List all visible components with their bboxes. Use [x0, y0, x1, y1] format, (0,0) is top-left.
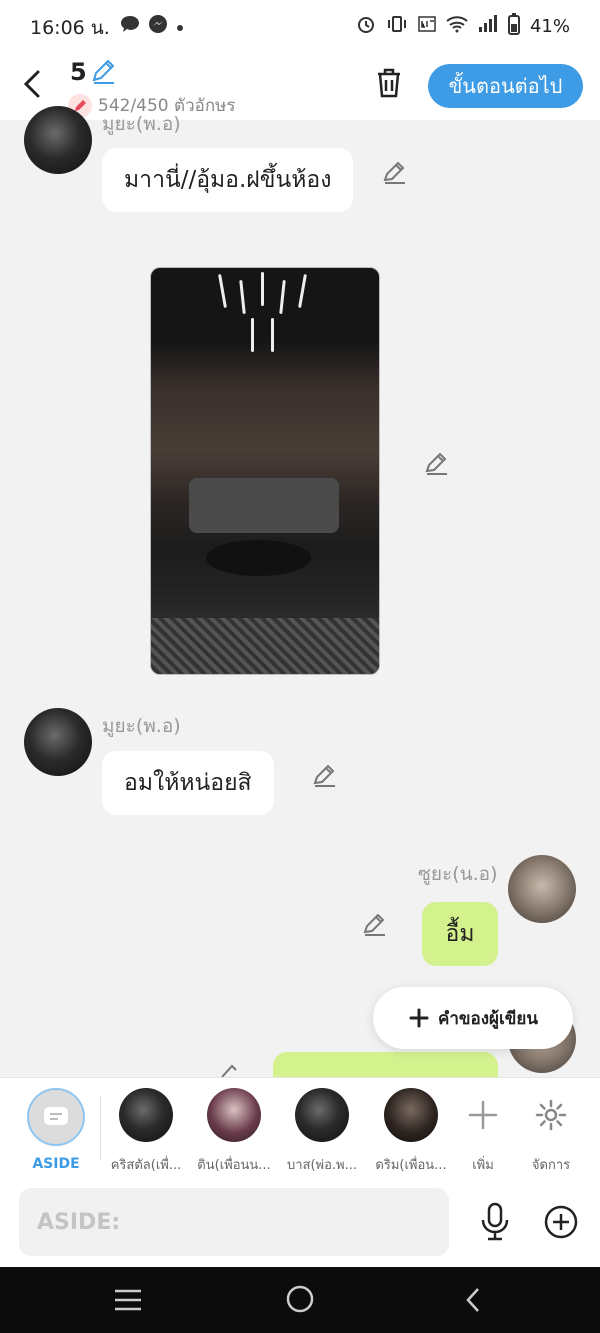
pencil-icon — [313, 764, 335, 787]
pencil-icon — [383, 161, 405, 184]
edit-photo-button[interactable] — [424, 451, 450, 477]
manage-characters-button[interactable]: จัดการ — [511, 1088, 591, 1175]
table-shape — [206, 540, 311, 576]
add-attachment-button[interactable] — [543, 1204, 579, 1244]
status-bar: 16:06 น. 41% — [0, 0, 600, 52]
character-item[interactable]: ติน(เพื่อนน... — [194, 1088, 274, 1175]
aside-icon — [27, 1088, 85, 1146]
manage-label: จัดการ — [531, 1158, 571, 1173]
messenger-icon — [148, 14, 168, 38]
speaker-name: มูยะ(พ.อ) — [102, 113, 181, 135]
next-step-button[interactable]: ขั้นตอนต่อไป — [428, 64, 583, 108]
volte-icon — [418, 15, 436, 38]
vibrate-icon — [386, 15, 408, 38]
writer-note-button[interactable]: คำของผู้เขียน — [373, 987, 573, 1049]
pencil-icon — [221, 1064, 237, 1077]
gear-icon — [511, 1088, 591, 1142]
writer-note-label: คำของผู้เขียน — [437, 1008, 539, 1029]
home-circle-icon — [286, 1285, 314, 1313]
character-item[interactable]: บาส(พ่อ.พ... — [282, 1088, 362, 1175]
signal-icon — [478, 15, 498, 38]
message-bubble[interactable]: อื้ม — [422, 902, 498, 966]
edit-message-button[interactable] — [216, 1060, 242, 1077]
home-button[interactable] — [285, 1284, 315, 1318]
speaker-name: มูยะ(พ.อ) — [102, 715, 181, 737]
divider — [100, 1096, 101, 1160]
mic-icon — [481, 1202, 509, 1241]
message-input[interactable] — [19, 1188, 449, 1256]
avatar — [119, 1088, 173, 1142]
dot-icon — [176, 17, 184, 36]
system-icons: 41% — [356, 13, 570, 40]
battery-icon — [507, 13, 520, 40]
avatar[interactable] — [508, 855, 576, 923]
edit-message-button[interactable] — [362, 912, 388, 938]
status-time: 16:06 น. — [30, 17, 110, 39]
edit-message-button[interactable] — [312, 763, 338, 789]
alarm-icon — [356, 14, 376, 39]
back-arrow-icon — [23, 70, 40, 98]
avatar[interactable] — [24, 106, 92, 174]
chat-icon — [120, 15, 140, 37]
back-button[interactable] — [20, 66, 50, 102]
back-chevron-icon — [466, 1288, 479, 1312]
character-label: ดริม(เพื่อน... — [375, 1158, 447, 1173]
bed-shape — [189, 478, 339, 533]
character-label: ASIDE — [32, 1156, 80, 1172]
chapter-number: 5 — [70, 58, 87, 86]
message-bubble[interactable]: อมให้หน่อยสิ — [102, 751, 274, 815]
character-bar: ASIDE คริสตัล(เพื่... ติน(เพื่อนน... บาส… — [0, 1077, 600, 1179]
character-item[interactable]: คริสตัล(เพื่... — [106, 1088, 186, 1175]
mic-button[interactable] — [478, 1202, 512, 1246]
avatar — [207, 1088, 261, 1142]
message-bubble[interactable] — [273, 1052, 498, 1077]
battery-percent: 41% — [529, 16, 570, 37]
plus-icon — [409, 1008, 429, 1028]
edit-chapter-button[interactable] — [90, 58, 118, 90]
editor-header: 5 542/450 ตัวอักษร ขั้นตอนต่อไป — [0, 52, 600, 120]
character-aside[interactable]: ASIDE — [16, 1088, 96, 1172]
notification-icons — [120, 14, 184, 38]
bedroom-photo[interactable] — [150, 267, 380, 675]
recent-apps-button[interactable] — [113, 1287, 143, 1317]
trash-icon — [378, 68, 400, 98]
edit-message-button[interactable] — [382, 160, 408, 186]
pencil-icon — [92, 59, 115, 84]
pencil-icon — [363, 913, 385, 936]
avatar — [295, 1088, 349, 1142]
avatar[interactable] — [24, 708, 92, 776]
pencil-icon — [425, 452, 447, 475]
system-nav-bar — [0, 1267, 600, 1333]
character-item[interactable]: ดริม(เพื่อน... — [371, 1088, 451, 1175]
message-bubble[interactable]: มาานี่//อุ้มอ.ฝขึ้นห้อง — [102, 148, 354, 212]
input-bar — [0, 1178, 600, 1267]
character-label: คริสตัล(เพื่... — [110, 1158, 182, 1173]
character-label: บาส(พ่อ.พ... — [286, 1158, 358, 1173]
speaker-name: ซูยะ(น.อ) — [418, 863, 498, 885]
system-back-button[interactable] — [462, 1285, 484, 1319]
wifi-icon — [446, 15, 468, 38]
plus-circle-icon — [544, 1205, 578, 1239]
delete-button[interactable] — [373, 66, 405, 104]
menu-icon — [115, 1289, 141, 1311]
blanket-shape — [151, 618, 379, 674]
avatar — [384, 1088, 438, 1142]
character-label: ติน(เพื่อนน... — [197, 1158, 271, 1173]
